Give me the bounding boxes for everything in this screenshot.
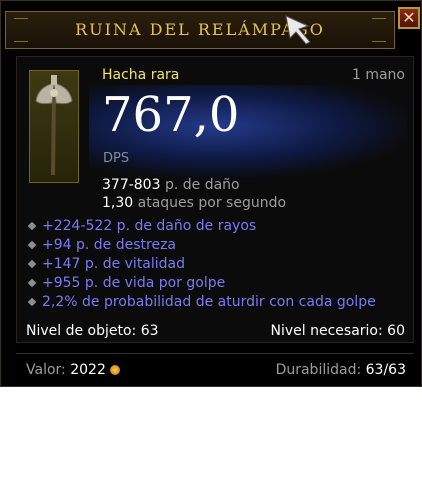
gold-value: Valor: 2022 [26,362,120,378]
item-level-value: 63 [140,323,159,339]
affix-item: 2,2% de probabilidad de aturdir con cada… [27,294,376,313]
close-icon[interactable]: ✕ [402,8,415,27]
item-footer: Valor: 2022 Durabilidad: 63/63 [16,353,414,381]
affix-bullet-icon [27,297,37,307]
affix-item: +224-522 p. de daño de rayos [27,218,376,237]
dps-value: 767,0 [102,87,240,143]
required-level: Nivel necesario: 60 [271,323,405,339]
item-type: Hacha rara [102,67,180,83]
axe-item-icon [35,75,73,176]
item-tooltip: RUINA DEL RELÁMPAGO ✕ Hacha rara 1 mano … [0,0,422,387]
damage-stat: 377-803 p. de daño [102,177,240,193]
dps-label: DPS [103,151,130,166]
gold-coin-icon [109,365,120,375]
item-name: RUINA DEL RELÁMPAGO [75,20,325,39]
speed-stat: 1,30 ataques por segundo [102,195,286,211]
damage-value: 377-803 [102,177,161,193]
value-label: Valor: [26,362,66,378]
durability-value: 63/63 [365,362,406,378]
required-level-value: 60 [387,323,405,339]
affix-bullet-icon [27,221,37,231]
item-title-bar: RUINA DEL RELÁMPAGO [5,11,395,49]
durability: Durabilidad: 63/63 [276,362,406,378]
affix-bullet-icon [27,278,37,288]
speed-label: ataques por segundo [137,195,287,211]
item-level-label: Nivel de objeto: [26,323,137,339]
affix-list: +224-522 p. de daño de rayos +94 p. de d… [27,218,376,313]
required-level-label: Nivel necesario: [270,323,383,339]
item-details-panel: Hacha rara 1 mano 767,0 DPS 377-803 p. d… [16,56,414,343]
affix-item: +147 p. de vitalidad [27,256,376,275]
affix-bullet-icon [27,240,37,250]
item-level: Nivel de objeto: 63 [26,323,159,339]
cursor-icon [285,15,311,45]
value-amount: 2022 [70,362,106,378]
affix-item: +955 p. de vida por golpe [27,275,376,294]
affix-bullet-icon [27,259,37,269]
durability-label: Durabilidad: [275,362,362,378]
item-icon-frame [29,70,79,183]
close-button[interactable]: ✕ [398,7,420,29]
item-slot: 1 mano [351,67,405,83]
affix-item: +94 p. de destreza [27,237,376,256]
damage-label: p. de daño [164,177,240,193]
speed-value: 1,30 [102,195,134,211]
